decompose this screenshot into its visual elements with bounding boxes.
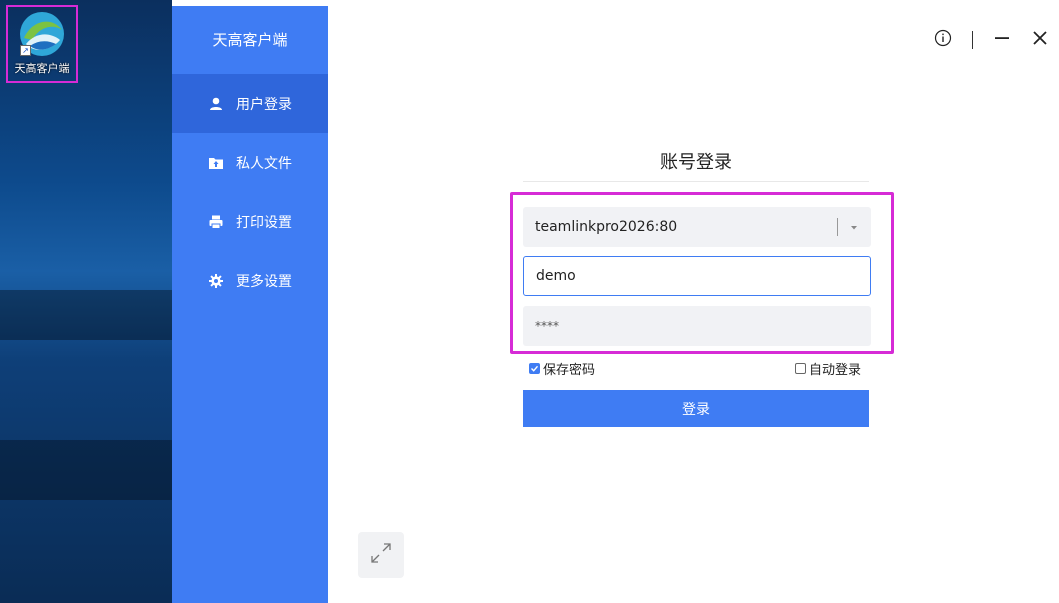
expand-icon	[368, 540, 394, 570]
dropdown-toggle[interactable]	[837, 207, 871, 247]
sidebar-item-private-files[interactable]: 私人文件	[172, 133, 328, 192]
desktop-background: ↗ 天高客户端	[0, 0, 172, 603]
auto-login-label: 自动登录	[808, 363, 861, 378]
user-icon	[208, 96, 224, 112]
sidebar-item-login[interactable]: 用户登录	[172, 74, 328, 133]
info-icon[interactable]	[934, 28, 952, 52]
sidebar-item-label: 更多设置	[236, 273, 292, 290]
username-field[interactable]	[523, 256, 871, 296]
sidebar-item-more-settings[interactable]: 更多设置	[172, 251, 328, 310]
sidebar-item-label: 私人文件	[236, 155, 292, 172]
app-title: 天高客户端	[212, 31, 288, 49]
shortcut-arrow-icon: ↗	[20, 45, 31, 56]
sidebar-item-label: 用户登录	[236, 96, 292, 113]
login-button[interactable]: 登录	[523, 390, 869, 427]
window-controls	[934, 28, 1049, 52]
control-separator	[972, 31, 973, 49]
title-divider	[523, 181, 869, 182]
save-password-label: 保存密码	[543, 363, 596, 378]
desktop-shortcut[interactable]: ↗ 天高客户端	[6, 5, 78, 83]
desktop-shortcut-label: 天高客户端	[14, 62, 70, 75]
dropdown-separator	[837, 218, 838, 236]
username-input[interactable]	[536, 268, 816, 284]
checkbox-unchecked-icon	[794, 363, 806, 374]
password-field[interactable]	[523, 306, 871, 346]
chevron-down-icon	[849, 219, 859, 235]
checkbox-checked-icon	[529, 363, 540, 374]
sidebar-item-label: 打印设置	[236, 214, 292, 231]
app-window: 天高客户端 用户登录 私人文件 打印设置 更多设置 账号登录 teamlinkp…	[172, 6, 1059, 603]
expand-button[interactable]	[358, 532, 404, 578]
gear-icon	[208, 273, 224, 289]
minimize-icon[interactable]	[993, 28, 1011, 52]
app-logo-icon: ↗	[18, 10, 66, 58]
printer-icon	[208, 214, 224, 230]
login-title: 账号登录	[660, 152, 732, 173]
server-select[interactable]: teamlinkpro2026:80	[523, 207, 871, 247]
close-icon[interactable]	[1031, 28, 1049, 52]
sidebar-item-print-settings[interactable]: 打印设置	[172, 192, 328, 251]
password-input[interactable]	[535, 319, 815, 333]
save-password-checkbox[interactable]: 保存密码	[529, 359, 595, 378]
sidebar: 天高客户端 用户登录 私人文件 打印设置 更多设置	[172, 6, 328, 603]
login-options: 保存密码 自动登录	[529, 359, 861, 378]
server-value: teamlinkpro2026:80	[535, 219, 678, 235]
auto-login-checkbox[interactable]: 自动登录	[794, 359, 861, 378]
folder-upload-icon	[208, 155, 224, 171]
